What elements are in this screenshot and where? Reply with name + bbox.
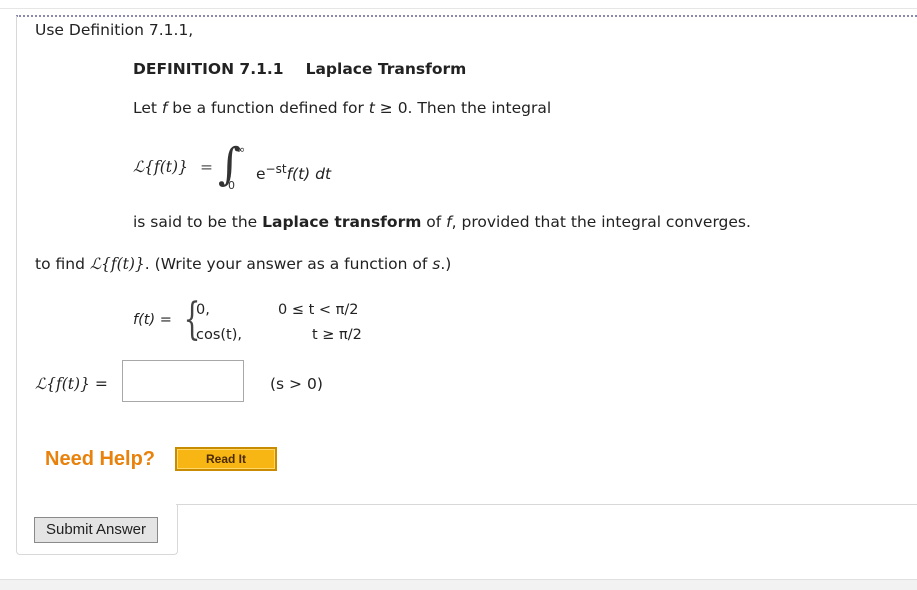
case2-value: cos(t), — [196, 327, 243, 343]
integral-lower-limit: 0 — [228, 179, 235, 192]
integrand: e−stf(t) dt — [256, 159, 331, 184]
question-page: Use Definition 7.1.1, DEFINITION 7.1.1 La… — [0, 0, 917, 590]
def-text: Let — [133, 99, 162, 117]
definition-line-1: Let f be a function defined for t ≥ 0. T… — [133, 98, 551, 118]
integral-upper-limit: ∞ — [236, 143, 246, 156]
intro-text: Use Definition 7.1.1, — [35, 21, 194, 39]
integrand-e: e — [256, 165, 266, 184]
top-divider — [0, 8, 917, 9]
definition-number: DEFINITION 7.1.1 — [133, 60, 284, 78]
case2-condition: t ≥ π/2 — [312, 327, 362, 343]
read-it-button[interactable]: Read It — [175, 447, 277, 471]
case1-condition: 0 ≤ t < π/2 — [278, 302, 359, 318]
task-prefix: to find — [35, 255, 90, 273]
def-text: ≥ 0. Then the integral — [374, 99, 552, 117]
case1-value: 0, — [196, 302, 210, 318]
def-text: , provided that the integral converges. — [451, 213, 751, 231]
definition-line-3: is said to be the Laplace transform of f… — [133, 212, 751, 232]
def-text: be a function defined for — [167, 99, 369, 117]
def-text: is said to be the — [133, 213, 263, 231]
task-suffix: . (Write your answer as a function of — [144, 255, 433, 273]
laplace-lhs: ℒ{f(t)} — [133, 158, 188, 176]
footer-bar — [0, 579, 917, 590]
piecewise-lhs: f(t) = — [133, 310, 172, 330]
submit-answer-button[interactable]: Submit Answer — [34, 517, 158, 543]
task-end: .) — [440, 255, 452, 273]
integrand-exponent: −st — [265, 162, 287, 176]
definition-title: Laplace Transform — [305, 60, 467, 78]
def-bold-term: Laplace transform — [262, 213, 422, 231]
def-text: of — [421, 213, 447, 231]
laplace-equals: = — [200, 158, 213, 176]
task-text: to find ℒ{f(t)}. (Write your answer as a… — [35, 254, 451, 274]
definition-heading: DEFINITION 7.1.1 Laplace Transform — [133, 59, 466, 79]
need-help-label: Need Help? — [45, 448, 156, 470]
integrand-rest: f(t) dt — [286, 165, 332, 184]
answer-condition: (s > 0) — [270, 375, 323, 393]
piecewise-lhs-text: f(t) = — [133, 312, 172, 328]
answer-label: ℒ{f(t)} = — [35, 375, 108, 393]
task-expression: ℒ{f(t)} — [89, 255, 145, 273]
answer-input[interactable] — [122, 360, 244, 402]
panel-step-divider — [176, 504, 917, 505]
